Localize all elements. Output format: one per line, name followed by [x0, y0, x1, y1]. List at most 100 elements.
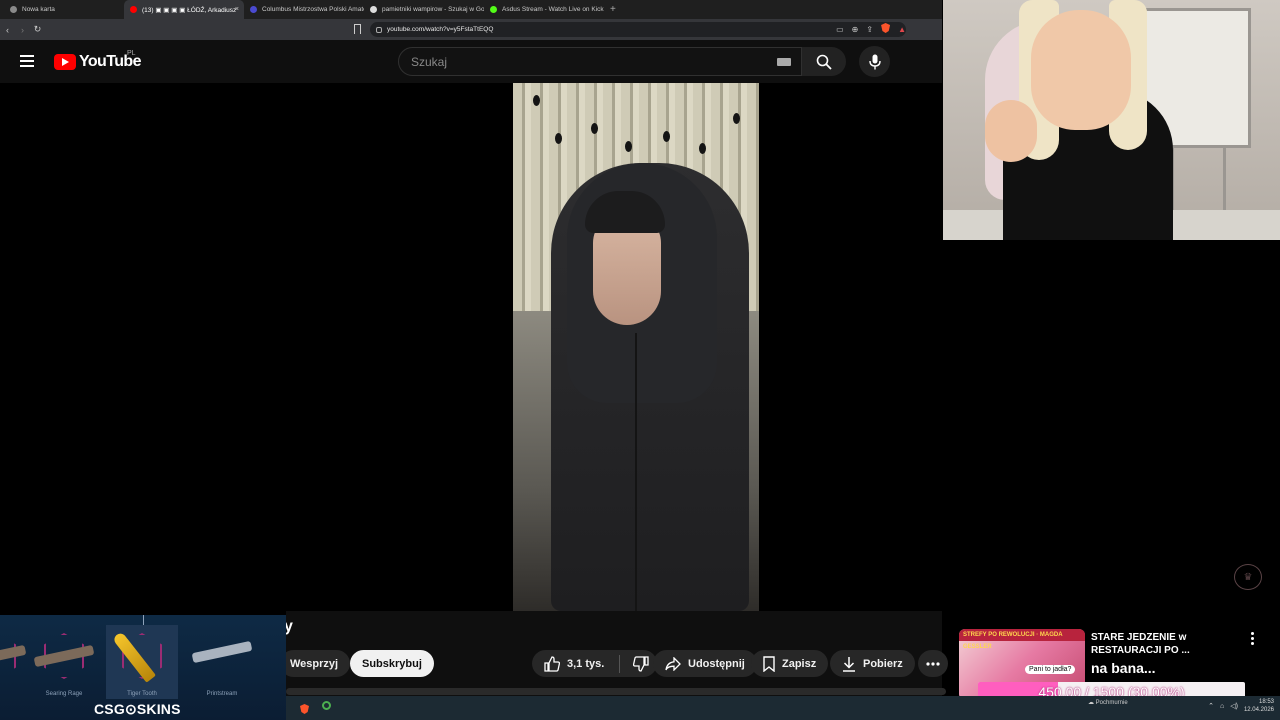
- wall-hole: [625, 141, 632, 152]
- whiteboard-leg: [1223, 148, 1226, 210]
- ad-item-label: Searing Rage: [45, 691, 83, 697]
- like-count[interactable]: 3,1 tys.: [567, 658, 604, 670]
- ad-item: Tiger Tooth: [106, 625, 178, 699]
- site-info-icon[interactable]: [376, 26, 382, 33]
- volume-icon[interactable]: ◁): [1230, 702, 1238, 710]
- wall-hole: [533, 95, 540, 106]
- save-bookmark-icon: [763, 655, 775, 672]
- support-label: Wesprzyj: [290, 657, 339, 670]
- tab-close-icon[interactable]: ×: [235, 6, 239, 13]
- browser-address-bar: ‹ › ↻ youtube.com/watch?v=y5FstaTtEQQ ▭ …: [0, 19, 942, 40]
- wall-hole: [699, 143, 706, 154]
- search-button[interactable]: [802, 47, 846, 76]
- menu-icon[interactable]: [20, 55, 34, 67]
- weather-text: Pochmurnie: [1095, 700, 1128, 706]
- network-icon[interactable]: ⌂: [1220, 703, 1224, 710]
- screen: Nowa karta (13) ▣ ▣ ▣ ▣ ŁÓDŹ, Arkadiusz × C…: [0, 0, 1280, 720]
- divider: [619, 654, 621, 673]
- support-button[interactable]: Wesprzyj: [280, 650, 351, 677]
- like-icon[interactable]: [544, 655, 560, 672]
- brave-taskbar-icon[interactable]: [300, 701, 309, 719]
- clock[interactable]: 18:53 12.04.2026: [1244, 698, 1274, 714]
- ad-item-label: Printstream: [206, 691, 238, 697]
- streamer-hand: [985, 100, 1037, 162]
- save-label: Zapisz: [782, 657, 817, 670]
- new-tab-icon[interactable]: +: [604, 4, 616, 15]
- save-button[interactable]: Zapisz: [751, 650, 829, 677]
- horizontal-scrollbar[interactable]: [286, 688, 946, 695]
- streamer-face: [1031, 10, 1131, 130]
- search-box: [398, 47, 802, 76]
- url-text: youtube.com/watch?v=y5FstaTtEQQ: [387, 26, 494, 33]
- ad-item: Printstream: [186, 625, 258, 699]
- share-arrow-icon: [665, 656, 681, 671]
- channel-watermark-icon: ♛: [1234, 564, 1262, 590]
- clock-time: 18:53: [1258, 699, 1274, 705]
- more-actions-button[interactable]: [918, 650, 948, 677]
- tab-favicon-icon: [130, 6, 137, 13]
- tab-favicon-icon: [370, 6, 377, 13]
- cast-icon[interactable]: ▭: [836, 25, 844, 34]
- share-button[interactable]: Udostępnij: [653, 650, 757, 677]
- browser-tab[interactable]: pamietniki wampirow - Szukaj w Google: [364, 0, 484, 19]
- jacket-zipper: [635, 333, 637, 611]
- like-dislike-group: 3,1 tys.: [532, 650, 658, 677]
- more-vertical-icon[interactable]: [1251, 632, 1255, 645]
- tab-favicon-icon: [490, 6, 497, 13]
- tray-chevron-icon[interactable]: ⌃: [1208, 702, 1214, 710]
- browser-tabbar: Nowa karta (13) ▣ ▣ ▣ ▣ ŁÓDŹ, Arkadiusz × C…: [0, 0, 942, 19]
- tab-label: Columbus Mistrzostwa Polski Amatorów: [262, 6, 364, 13]
- app-taskbar-icon[interactable]: [322, 701, 331, 710]
- csgo-skins-logo: CSG⊙SKINS: [94, 701, 181, 717]
- subscribe-button[interactable]: Subskrybuj: [350, 650, 434, 677]
- windows-taskbar: ☁ Pochmurnie ⌃ ⌂ ◁) 18:53 12.04.2026: [286, 696, 1280, 720]
- browser-tab[interactable]: Columbus Mistrzostwa Polski Amatorów: [244, 0, 364, 19]
- wall-hole: [555, 133, 562, 144]
- tab-favicon-icon: [250, 6, 257, 13]
- brave-rewards-icon[interactable]: ▲: [898, 25, 906, 34]
- wall-hole: [663, 131, 670, 142]
- browser-tab[interactable]: Nowa karta: [4, 0, 124, 19]
- ad-item: Searing Rage: [28, 625, 100, 699]
- url-field[interactable]: youtube.com/watch?v=y5FstaTtEQQ: [370, 22, 906, 37]
- forward-icon[interactable]: ›: [15, 25, 30, 35]
- download-button[interactable]: Pobierz: [830, 650, 915, 677]
- youtube-header: YouTube PL: [0, 40, 942, 83]
- thumbnail-banner: STREFY PO REWOLUCJI · MAGDA GESSLER: [959, 629, 1085, 650]
- tab-favicon-icon: [10, 6, 17, 13]
- dislike-icon[interactable]: [633, 655, 649, 672]
- browser-tab[interactable]: Asdus Stream - Watch Live on Kick: [484, 0, 604, 19]
- share-icon[interactable]: ⇪: [866, 25, 873, 34]
- recommended-video-title[interactable]: STARE JEDZENIE w RESTAURACJI PO ...: [1091, 631, 1231, 657]
- youtube-play-icon: [54, 54, 76, 70]
- tab-label: pamietniki wampirow - Szukaj w Google: [382, 6, 484, 13]
- tab-label: Nowa karta: [22, 6, 55, 13]
- browser-toolbar-icons: ▭ ⊕ ⇪ ▲: [836, 23, 906, 35]
- keyboard-icon[interactable]: [777, 58, 791, 66]
- system-tray: ⌃ ⌂ ◁) 18:53 12.04.2026: [1208, 698, 1274, 714]
- weather-widget[interactable]: ☁ Pochmurnie: [1088, 699, 1128, 707]
- download-icon: [843, 656, 855, 672]
- sniper-rifle-icon: [191, 640, 253, 664]
- video-frame-image[interactable]: [513, 83, 759, 611]
- voice-search-button[interactable]: [859, 46, 890, 77]
- bookmark-icon[interactable]: [354, 24, 361, 34]
- search-input[interactable]: [411, 54, 751, 69]
- wall-hole: [733, 113, 740, 124]
- more-horizontal-icon: [926, 661, 940, 666]
- reload-icon[interactable]: ↻: [30, 24, 45, 35]
- brave-shields-icon[interactable]: [881, 23, 891, 35]
- subscribe-label: Subskrybuj: [362, 657, 422, 670]
- country-code: PL: [127, 50, 136, 57]
- ad-item-label: Tiger Tooth: [127, 691, 157, 697]
- search-icon: [816, 54, 832, 70]
- video-player[interactable]: [0, 83, 942, 611]
- tab-label: Asdus Stream - Watch Live on Kick: [502, 6, 604, 13]
- wall-hole: [591, 123, 598, 134]
- zoom-icon[interactable]: ⊕: [852, 25, 859, 34]
- browser-tab[interactable]: (13) ▣ ▣ ▣ ▣ ŁÓDŹ, Arkadiusz ×: [124, 0, 244, 19]
- overlay-chat-text: na bana...: [1091, 660, 1156, 676]
- streamer-webcam: [943, 0, 1280, 240]
- back-icon[interactable]: ‹: [0, 25, 15, 35]
- csgo-skins-ad[interactable]: Searing Rage Tiger Tooth Printstream CSG…: [0, 615, 286, 720]
